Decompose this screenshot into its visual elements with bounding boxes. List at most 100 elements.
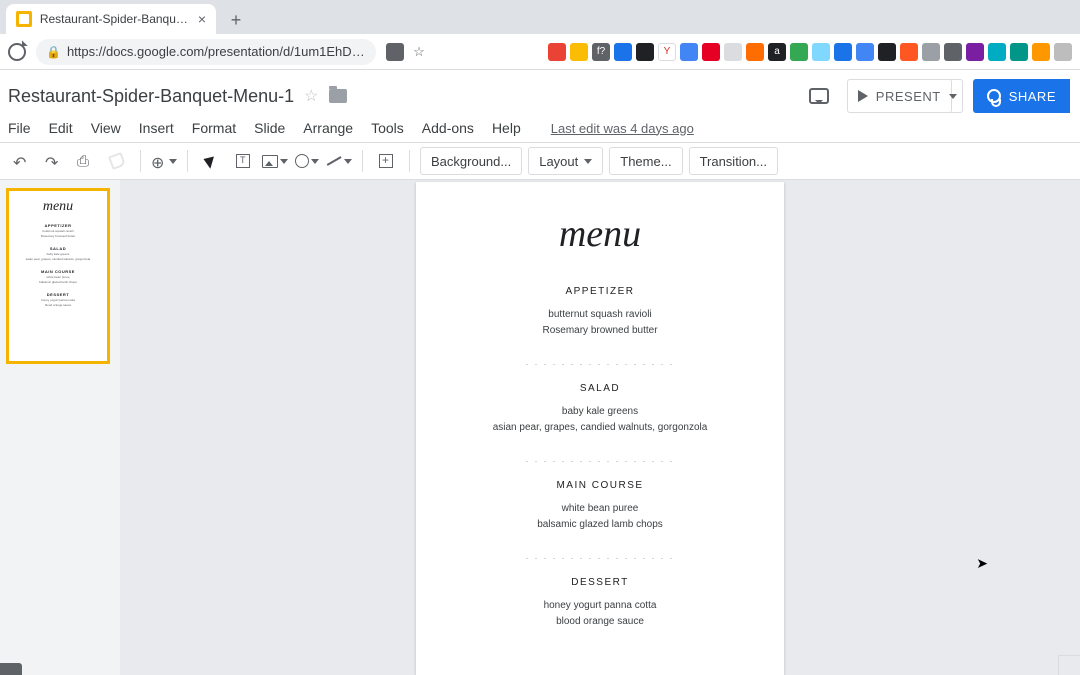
ext-icon[interactable]: [702, 43, 720, 61]
present-dropdown[interactable]: [943, 79, 963, 113]
add-comment-button[interactable]: [373, 148, 399, 174]
ext-icon[interactable]: [548, 43, 566, 61]
ext-icon[interactable]: [900, 43, 918, 61]
paint-format-button[interactable]: [104, 148, 130, 174]
shape-icon: [295, 154, 309, 168]
browser-tab-strip: Restaurant-Spider-Banquet-M × +: [0, 0, 1080, 34]
reload-icon[interactable]: [8, 43, 26, 61]
browser-tab[interactable]: Restaurant-Spider-Banquet-M ×: [6, 4, 216, 34]
section-line: white bean puree: [537, 501, 663, 517]
move-folder-icon[interactable]: [329, 89, 347, 103]
ext-icon[interactable]: [790, 43, 808, 61]
print-icon: [77, 153, 93, 169]
divider-dots: . . . . . . . . . . . . . . . . .: [526, 454, 675, 464]
last-edit-link[interactable]: Last edit was 4 days ago: [551, 121, 694, 136]
new-tab-button[interactable]: +: [222, 6, 250, 34]
thumb-title: menu: [43, 199, 73, 215]
panel-collapse-handle[interactable]: [0, 663, 22, 675]
menu-file[interactable]: File: [8, 120, 31, 136]
slide-title[interactable]: menu: [559, 212, 641, 256]
menu-arrange[interactable]: Arrange: [303, 120, 353, 136]
url-box[interactable]: 🔒 https://docs.google.com/presentation/d…: [36, 39, 376, 65]
lock-icon: 🔒: [46, 45, 61, 59]
print-button[interactable]: [72, 148, 98, 174]
section-dessert[interactable]: DESSERT honey yogurt panna cotta blood o…: [544, 577, 657, 630]
camera-icon[interactable]: [386, 43, 404, 61]
ext-icon[interactable]: [988, 43, 1006, 61]
ext-icon[interactable]: [944, 43, 962, 61]
ext-icon[interactable]: [680, 43, 698, 61]
toolbar: Background... Layout Theme... Transition…: [0, 142, 1080, 180]
share-button[interactable]: SHARE: [973, 79, 1070, 113]
ext-icon[interactable]: [922, 43, 940, 61]
menu-edit[interactable]: Edit: [49, 120, 73, 136]
theme-button[interactable]: Theme...: [609, 147, 682, 175]
comment-icon: [809, 88, 829, 104]
comments-button[interactable]: [801, 78, 837, 114]
slides-favicon: [16, 11, 32, 27]
star-icon[interactable]: ☆: [410, 43, 428, 61]
ext-icon[interactable]: [834, 43, 852, 61]
menu-bar: File Edit View Insert Format Slide Arran…: [8, 114, 1070, 142]
section-line: baby kale greens: [493, 404, 708, 420]
divider-dots: . . . . . . . . . . . . . . . . .: [526, 357, 675, 367]
menu-format[interactable]: Format: [192, 120, 236, 136]
ext-icon[interactable]: [614, 43, 632, 61]
ext-icon[interactable]: [812, 43, 830, 61]
ext-icon[interactable]: a: [768, 43, 786, 61]
ext-icon[interactable]: [570, 43, 588, 61]
section-line: honey yogurt panna cotta: [544, 598, 657, 614]
ext-icon[interactable]: [724, 43, 742, 61]
textbox-icon: [236, 154, 250, 168]
workspace: menu APPETIZERbutternut squash ravioliRo…: [0, 180, 1080, 675]
select-tool[interactable]: [198, 148, 224, 174]
line-tool[interactable]: [326, 148, 352, 174]
menu-help[interactable]: Help: [492, 120, 521, 136]
menu-insert[interactable]: Insert: [139, 120, 174, 136]
section-line: blood orange sauce: [544, 614, 657, 630]
section-main-course[interactable]: MAIN COURSE white bean puree balsamic gl…: [537, 480, 663, 533]
document-title[interactable]: Restaurant-Spider-Banquet-Menu-1: [8, 86, 294, 107]
explore-collapse-handle[interactable]: [1058, 655, 1080, 675]
background-button[interactable]: Background...: [420, 147, 522, 175]
undo-button[interactable]: [8, 148, 34, 174]
divider-dots: . . . . . . . . . . . . . . . . .: [526, 551, 675, 561]
mouse-cursor-icon: ➤: [976, 555, 988, 572]
ext-icon[interactable]: [878, 43, 896, 61]
star-icon[interactable]: ☆: [304, 86, 318, 106]
redo-button[interactable]: [40, 148, 66, 174]
menu-addons[interactable]: Add-ons: [422, 120, 474, 136]
docs-header: Restaurant-Spider-Banquet-Menu-1 ☆ PRESE…: [0, 70, 1080, 142]
url-text: https://docs.google.com/presentation/d/1…: [67, 44, 366, 59]
zoom-button[interactable]: [151, 148, 177, 174]
present-button[interactable]: PRESENT: [847, 79, 952, 113]
image-tool[interactable]: [262, 148, 288, 174]
menu-tools[interactable]: Tools: [371, 120, 404, 136]
transition-button[interactable]: Transition...: [689, 147, 778, 175]
slide-thumbnail-1[interactable]: menu APPETIZERbutternut squash ravioliRo…: [8, 190, 108, 362]
ext-icon[interactable]: [856, 43, 874, 61]
canvas-area[interactable]: menu APPETIZER butternut squash ravioli …: [120, 180, 1080, 675]
ext-icon[interactable]: [966, 43, 984, 61]
ext-icon[interactable]: Y: [658, 43, 676, 61]
menu-view[interactable]: View: [91, 120, 121, 136]
section-heading: MAIN COURSE: [537, 480, 663, 491]
section-salad[interactable]: SALAD baby kale greens asian pear, grape…: [493, 383, 708, 436]
section-appetizer[interactable]: APPETIZER butternut squash ravioli Rosem…: [542, 286, 657, 339]
ext-icon[interactable]: [636, 43, 654, 61]
layout-button[interactable]: Layout: [528, 147, 603, 175]
slide-panel[interactable]: menu APPETIZERbutternut squash ravioliRo…: [0, 180, 120, 675]
ext-icon[interactable]: [746, 43, 764, 61]
menu-slide[interactable]: Slide: [254, 120, 285, 136]
textbox-tool[interactable]: [230, 148, 256, 174]
ext-icon[interactable]: [1032, 43, 1050, 61]
ext-icon[interactable]: [1010, 43, 1028, 61]
section-line: butternut squash ravioli: [542, 307, 657, 323]
shape-tool[interactable]: [294, 148, 320, 174]
ext-icon[interactable]: [1054, 43, 1072, 61]
section-heading: DESSERT: [544, 577, 657, 588]
close-tab-icon[interactable]: ×: [198, 11, 206, 27]
redo-icon: [45, 153, 61, 169]
slide-canvas[interactable]: menu APPETIZER butternut squash ravioli …: [416, 182, 784, 675]
ext-icon[interactable]: f?: [592, 43, 610, 61]
